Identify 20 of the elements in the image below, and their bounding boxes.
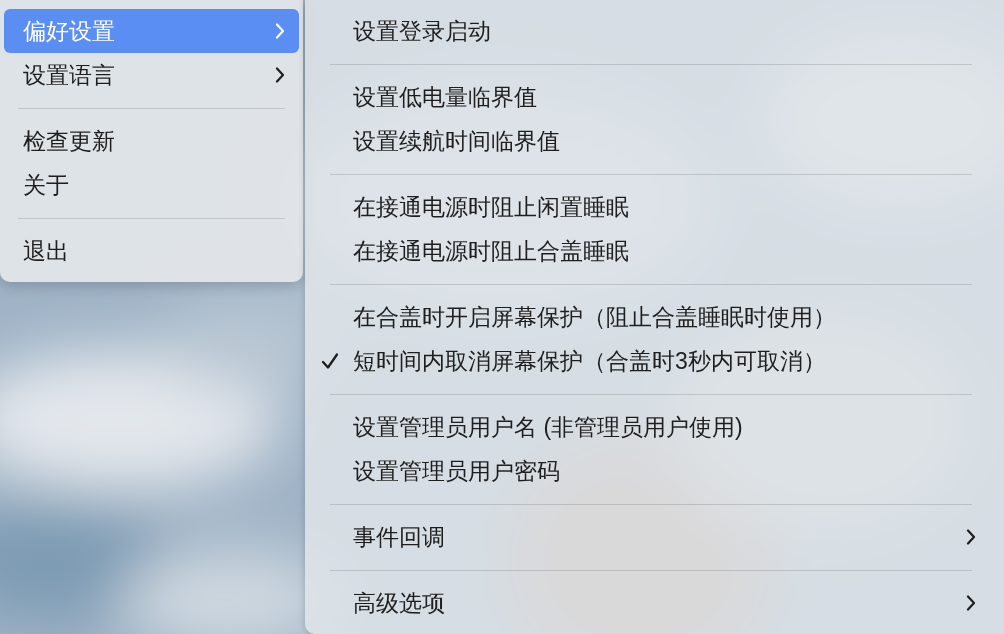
menu-item[interactable]: 在接通电源时阻止闲置睡眠 <box>305 185 1004 229</box>
menu-item[interactable]: 设置管理员用户密码 <box>305 449 1004 493</box>
chevron-right-icon <box>275 23 285 39</box>
menu-item[interactable]: 设置管理员用户名 (非管理员用户使用) <box>305 405 1004 449</box>
menu-item[interactable]: 设置低电量临界值 <box>305 75 1004 119</box>
menu-item[interactable]: 短时间内取消屏幕保护（合盖时3秒内可取消） <box>305 339 1004 383</box>
menu-item[interactable]: 在接通电源时阻止合盖睡眠 <box>305 229 1004 273</box>
menu-item[interactable]: 设置登录启动 <box>305 9 1004 53</box>
menu-item[interactable]: 事件回调 <box>305 515 1004 559</box>
menu-item[interactable]: 设置续航时间临界值 <box>305 119 1004 163</box>
chevron-right-icon <box>275 67 285 83</box>
chevron-right-icon <box>966 529 976 545</box>
menu-item[interactable]: 检查更新 <box>4 119 299 163</box>
chevron-right-icon <box>966 595 976 611</box>
menu-item[interactable]: 退出 <box>4 229 299 273</box>
menu-item[interactable]: 关于 <box>4 163 299 207</box>
checkmark-icon <box>321 352 339 370</box>
menu-item[interactable]: 高级选项 <box>305 581 1004 625</box>
menu-item[interactable]: 在合盖时开启屏幕保护（阻止合盖睡眠时使用） <box>305 295 1004 339</box>
menu-item[interactable]: 设置语言 <box>4 53 299 97</box>
